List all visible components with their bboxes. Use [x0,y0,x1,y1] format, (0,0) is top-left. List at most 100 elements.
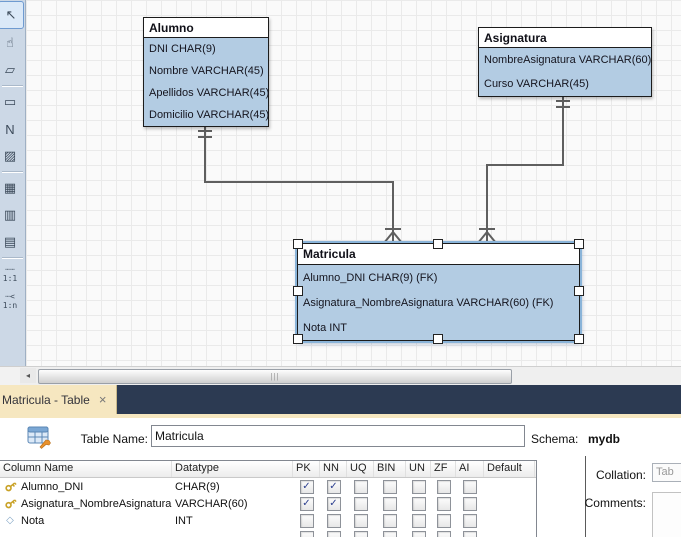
column-row[interactable] [0,529,536,537]
default-cell[interactable] [484,478,535,495]
selection-handle[interactable] [293,239,303,249]
note-tool-icon[interactable]: N [0,116,22,142]
selection-handle[interactable] [293,334,303,344]
header-datatype[interactable]: Datatype [172,461,293,477]
tab-close-icon[interactable]: × [99,392,107,407]
nn-checkbox[interactable] [327,514,341,528]
diagram-table-matricula[interactable]: MatriculaAlumno_DNI CHAR(9) (FK)Asignatu… [297,243,580,341]
pan-tool-icon[interactable]: ☝ [0,30,22,56]
column-row[interactable]: Asignatura_NombreAsignaturaVARCHAR(60) ✓ ✓ [0,495,536,512]
table-name-input[interactable] [151,425,525,447]
selection-handle[interactable] [574,239,584,249]
pk-checkbox[interactable]: ✓ [300,480,314,494]
column-diamond-icon: ◇ [3,515,17,526]
scrollbar-corner [0,367,20,385]
table-tool-icon[interactable]: ▦ [0,175,22,201]
header-un[interactable]: UN [406,461,431,477]
pk-checkbox[interactable]: ✓ [300,497,314,511]
zf-checkbox[interactable] [437,480,451,494]
header-bin[interactable]: BIN [374,461,406,477]
scrollbar-thumb[interactable]: ||| [38,369,512,384]
rel-1-n-tool-icon[interactable]: ┄<1:n [0,288,22,314]
header-default[interactable]: Default [484,461,535,477]
ai-checkbox[interactable] [463,480,477,494]
schema-value: mydb [588,432,620,446]
ai-checkbox[interactable] [463,531,477,537]
zf-checkbox[interactable] [437,514,451,528]
column-row[interactable]: Alumno_DNICHAR(9) ✓ ✓ [0,478,536,495]
selection-handle[interactable] [433,239,443,249]
uq-checkbox[interactable] [354,480,368,494]
header-pk[interactable]: PK [293,461,320,477]
editor-tab-bar: Matricula - Table × [0,385,681,414]
scroll-left-arrow-icon[interactable]: ◂ [20,368,36,383]
table-column: Alumno_DNI CHAR(9) (FK) [298,265,579,290]
un-checkbox[interactable] [412,514,426,528]
toolbar-separator [2,171,23,173]
eraser-tool-icon[interactable]: ▱ [0,57,22,83]
ai-checkbox[interactable] [463,497,477,511]
selection-handle[interactable] [293,286,303,296]
selection-handle[interactable] [574,334,584,344]
selection-handle[interactable] [574,286,584,296]
header-zf[interactable]: ZF [431,461,456,477]
rel-1-1-tool-icon[interactable]: ┄┄1:1 [0,261,22,287]
view-tool-icon[interactable]: ▥ [0,202,22,228]
uq-checkbox[interactable] [354,514,368,528]
diagram-canvas[interactable]: AlumnoDNI CHAR(9)Nombre VARCHAR(45)Apell… [26,0,681,366]
header-nn[interactable]: NN [320,461,347,477]
table-column: NombreAsignatura VARCHAR(60) [479,48,651,72]
collation-select[interactable]: Tab [652,463,681,482]
default-cell[interactable] [484,529,535,537]
header-uq[interactable]: UQ [347,461,374,477]
header-ai[interactable]: AI [456,461,484,477]
pk-checkbox[interactable] [300,531,314,537]
bin-checkbox[interactable] [383,514,397,528]
bin-checkbox[interactable] [383,497,397,511]
column-name-cell[interactable] [0,529,172,537]
table-column: DNI CHAR(9) [144,38,268,60]
horizontal-scrollbar[interactable]: ◂ ||| [0,366,681,385]
comments-label: Comments: [556,496,646,510]
un-checkbox[interactable] [412,497,426,511]
uq-checkbox[interactable] [354,531,368,537]
zf-checkbox[interactable] [437,531,451,537]
ai-checkbox[interactable] [463,514,477,528]
column-name-cell[interactable]: ◇Nota [0,512,172,529]
default-cell[interactable] [484,512,535,529]
default-cell[interactable] [484,495,535,512]
diagram-table-asignatura[interactable]: AsignaturaNombreAsignatura VARCHAR(60)Cu… [478,27,652,97]
table-column: Asignatura_NombreAsignatura VARCHAR(60) … [298,290,579,315]
un-checkbox[interactable] [412,480,426,494]
pk-checkbox[interactable] [300,514,314,528]
layer-tool-icon[interactable]: ▭ [0,89,22,115]
column-name-cell[interactable]: Alumno_DNI [0,478,172,495]
collation-label: Collation: [556,468,646,482]
column-name-cell[interactable]: Asignatura_NombreAsignatura [0,495,172,512]
uq-checkbox[interactable] [354,497,368,511]
nn-checkbox[interactable] [327,531,341,537]
datatype-cell[interactable] [172,529,293,537]
bin-checkbox[interactable] [383,531,397,537]
table-column: Nombre VARCHAR(45) [144,60,268,82]
nn-checkbox[interactable]: ✓ [327,480,341,494]
column-row[interactable]: ◇NotaINT [0,512,536,529]
datatype-cell[interactable]: CHAR(9) [172,478,293,495]
comments-textarea[interactable] [652,492,681,537]
header-column-name[interactable]: Column Name [0,461,172,477]
image-tool-icon[interactable]: ▨ [0,143,22,169]
nn-checkbox[interactable]: ✓ [327,497,341,511]
datatype-cell[interactable]: INT [172,512,293,529]
bin-checkbox[interactable] [383,480,397,494]
select-tool-icon[interactable]: ↖ [0,1,24,29]
tab-matricula-table[interactable]: Matricula - Table × [0,385,117,414]
zf-checkbox[interactable] [437,497,451,511]
diagram-table-alumno[interactable]: AlumnoDNI CHAR(9)Nombre VARCHAR(45)Apell… [143,17,269,127]
selection-handle[interactable] [433,334,443,344]
routine-group-tool-icon[interactable]: ▤ [0,229,22,255]
datatype-cell[interactable]: VARCHAR(60) [172,495,293,512]
un-checkbox[interactable] [412,531,426,537]
table-name-label: Table Name: [60,432,148,446]
table-edit-icon [26,423,54,451]
schema-label: Schema: [531,432,578,446]
